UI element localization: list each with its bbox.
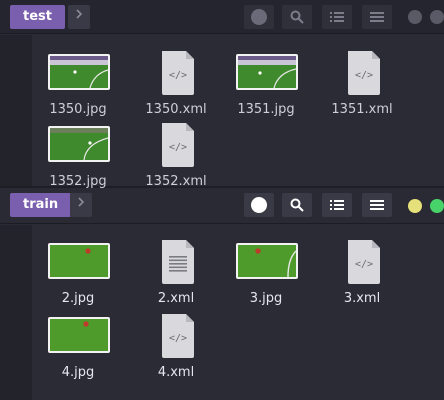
xml-file-icon: </> bbox=[348, 240, 380, 284]
svg-text:</>: </> bbox=[169, 70, 187, 81]
football-field-image bbox=[50, 319, 108, 351]
image-thumbnail bbox=[236, 54, 298, 90]
file-name: 1351.jpg bbox=[237, 102, 295, 117]
file-item[interactable]: 4.jpg bbox=[38, 317, 118, 387]
file-name: 2.jpg bbox=[61, 291, 95, 306]
pane-header: train bbox=[0, 188, 444, 224]
football-field-image bbox=[238, 56, 296, 88]
window-dot-green[interactable] bbox=[430, 199, 444, 213]
record-button[interactable] bbox=[244, 193, 274, 217]
file-name: 1352.jpg bbox=[49, 174, 107, 189]
file-name: 1350.xml bbox=[145, 102, 207, 117]
image-thumbnail bbox=[48, 317, 110, 353]
search-button[interactable] bbox=[282, 5, 312, 29]
file-item[interactable]: </> 1350.xml bbox=[136, 51, 216, 124]
chevron-right-icon bbox=[76, 9, 83, 19]
hamburger-menu-icon bbox=[370, 200, 384, 210]
image-thumbnail bbox=[48, 126, 110, 162]
file-item[interactable]: 1352.jpg bbox=[38, 126, 118, 196]
window-dot-yellow[interactable] bbox=[408, 199, 422, 213]
window-dot-left[interactable] bbox=[408, 10, 422, 24]
circle-icon bbox=[251, 9, 267, 25]
file-pane-train: train 2.jpg 2.xml 3.jpg </> 3.xml 4.jpg … bbox=[0, 188, 444, 400]
football-field-image bbox=[50, 245, 108, 277]
file-item[interactable]: 2.xml bbox=[136, 240, 216, 313]
search-icon bbox=[290, 10, 304, 24]
file-item[interactable]: 1351.jpg bbox=[226, 54, 306, 124]
football-field-image bbox=[50, 128, 108, 160]
window-dot-right[interactable] bbox=[430, 10, 444, 24]
text-file-icon bbox=[162, 240, 194, 284]
file-name: 2.xml bbox=[157, 291, 195, 306]
football-field-image bbox=[238, 245, 296, 277]
svg-text:</>: </> bbox=[355, 70, 373, 81]
football-field-image bbox=[50, 56, 108, 88]
file-name: 4.xml bbox=[157, 365, 195, 380]
breadcrumb-folder[interactable]: train bbox=[10, 193, 72, 217]
pane-header: test bbox=[0, 0, 444, 34]
xml-file-icon: </> bbox=[348, 51, 380, 95]
file-item[interactable]: 1350.jpg bbox=[38, 54, 118, 124]
image-thumbnail bbox=[48, 54, 110, 90]
list-view-icon bbox=[330, 200, 344, 210]
file-item[interactable]: </> 1351.xml bbox=[322, 51, 402, 124]
svg-text:</>: </> bbox=[169, 142, 187, 153]
record-button[interactable] bbox=[244, 5, 274, 29]
file-pane-test: test 1350.jpg </> 1350.xml 1351.jpg </> … bbox=[0, 0, 444, 189]
breadcrumb-expand-arrow[interactable] bbox=[68, 5, 90, 29]
file-name: 1350.jpg bbox=[49, 102, 107, 117]
file-item[interactable]: </> 3.xml bbox=[322, 240, 402, 313]
file-name: 3.jpg bbox=[249, 291, 283, 306]
file-name: 4.jpg bbox=[61, 365, 95, 380]
list-view-button[interactable] bbox=[322, 5, 352, 29]
xml-file-icon: </> bbox=[162, 123, 194, 167]
image-thumbnail bbox=[236, 243, 298, 279]
circle-icon bbox=[251, 197, 267, 213]
file-item[interactable]: 3.jpg bbox=[226, 243, 306, 313]
search-icon bbox=[290, 198, 304, 212]
file-name: 1351.xml bbox=[331, 102, 393, 117]
list-view-button[interactable] bbox=[322, 193, 352, 217]
file-name: 1352.xml bbox=[145, 174, 207, 189]
menu-button[interactable] bbox=[362, 5, 392, 29]
file-name: 3.xml bbox=[343, 291, 381, 306]
search-button[interactable] bbox=[282, 193, 312, 217]
breadcrumb-folder[interactable]: test bbox=[10, 5, 65, 29]
image-thumbnail bbox=[48, 243, 110, 279]
xml-file-icon: </> bbox=[162, 314, 194, 358]
list-view-icon bbox=[330, 12, 344, 22]
svg-text:</>: </> bbox=[355, 259, 373, 270]
file-item[interactable]: </> 4.xml bbox=[136, 314, 216, 387]
xml-file-icon: </> bbox=[162, 51, 194, 95]
hamburger-menu-icon bbox=[370, 12, 384, 22]
svg-text:</>: </> bbox=[169, 333, 187, 344]
file-item[interactable]: </> 1352.xml bbox=[136, 123, 216, 196]
menu-button[interactable] bbox=[362, 193, 392, 217]
file-item[interactable]: 2.jpg bbox=[38, 243, 118, 313]
breadcrumb-expand-arrow[interactable] bbox=[70, 193, 92, 217]
chevron-right-icon bbox=[78, 197, 85, 207]
